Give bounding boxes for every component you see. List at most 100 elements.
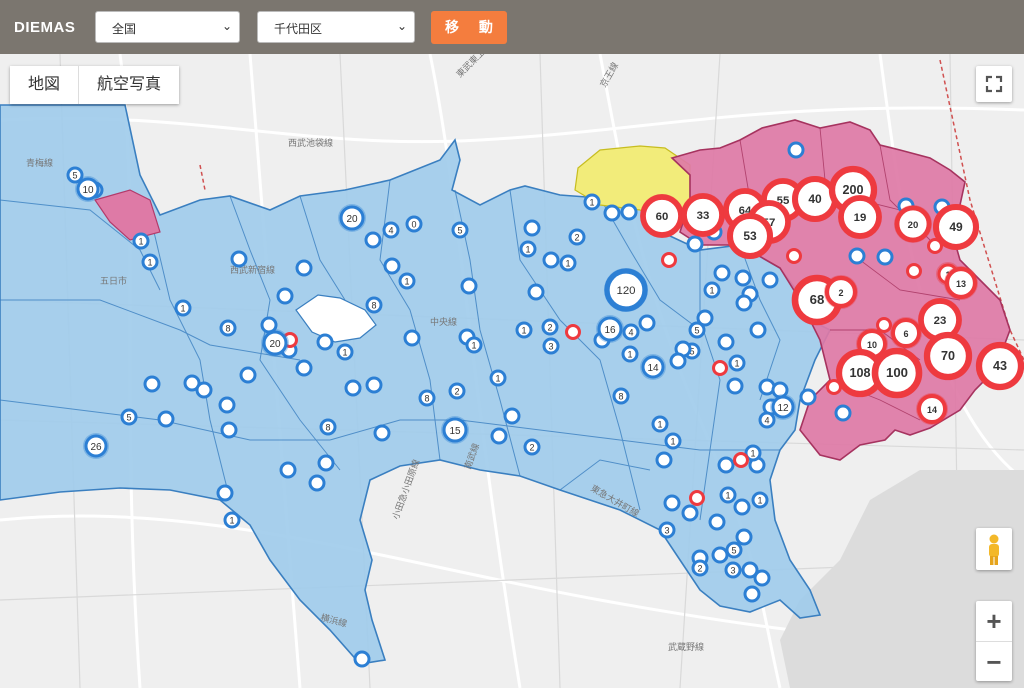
marker-cluster-blue[interactable]: 12 [770,394,796,420]
marker-pin[interactable] [638,314,656,332]
marker-pin[interactable] [663,494,681,512]
move-button[interactable]: 移 動 [431,11,507,44]
marker-pin[interactable] [365,376,383,394]
marker-pin[interactable]: 1 [621,345,639,363]
marker-pin[interactable]: 3 [724,561,742,579]
marker-pin[interactable] [276,287,294,305]
marker-pin[interactable]: 1 [174,299,192,317]
marker-pin[interactable] [403,329,421,347]
marker-cluster-blue[interactable]: 14 [640,354,666,380]
marker-cluster-red[interactable]: 70 [923,331,973,381]
marker-pin[interactable] [733,498,751,516]
marker-pin[interactable] [503,407,521,425]
marker-pin[interactable]: 1 [664,432,682,450]
marker-cluster-blue[interactable]: 20 [338,204,366,232]
marker-pin[interactable] [239,366,257,384]
marker-pin[interactable]: 4 [758,411,776,429]
marker-pin[interactable] [216,484,234,502]
marker-pin[interactable]: 1 [751,491,769,509]
marker-pin-red[interactable] [712,360,728,376]
marker-pin[interactable] [717,333,735,351]
marker-pin[interactable] [717,456,735,474]
marker-pin[interactable] [316,333,334,351]
marker-cluster-red[interactable]: 43 [975,341,1024,391]
marker-pin[interactable] [753,569,771,587]
ward-select[interactable]: 千代田区 ⌄ [257,11,415,43]
marker-pin[interactable] [734,269,752,287]
marker-pin[interactable]: 5 [120,408,138,426]
marker-cluster-blue[interactable]: 120 [604,268,648,312]
marker-pin[interactable] [681,504,699,522]
marker-pin[interactable] [620,203,638,221]
marker-pin[interactable]: 2 [523,438,541,456]
marker-pin[interactable] [143,375,161,393]
marker-pin[interactable] [848,247,866,265]
marker-pin[interactable] [157,410,175,428]
marker-pin[interactable] [373,424,391,442]
marker-pin[interactable] [603,204,621,222]
marker-pin[interactable] [743,585,761,603]
marker-pin[interactable] [713,264,731,282]
marker-pin[interactable]: 8 [219,319,237,337]
marker-pin[interactable] [308,474,326,492]
marker-pin[interactable] [218,396,236,414]
marker-pin[interactable]: 5 [451,221,469,239]
marker-pin[interactable] [383,257,401,275]
marker-pin[interactable]: 1 [519,240,537,258]
marker-pin[interactable] [696,309,714,327]
marker-cluster-blue[interactable]: 15 [441,416,469,444]
street-view-pegman[interactable] [976,528,1012,570]
marker-pin[interactable]: 1 [465,336,483,354]
marker-pin[interactable] [295,259,313,277]
marker-pin[interactable] [735,528,753,546]
marker-pin-red[interactable] [786,248,802,264]
marker-pin-red[interactable] [689,490,705,506]
marker-pin[interactable] [490,427,508,445]
marker-pin[interactable]: 1 [651,415,669,433]
marker-pin[interactable] [195,381,213,399]
marker-pin-red[interactable] [733,452,749,468]
marker-pin-red[interactable] [661,252,677,268]
map-type-map-button[interactable]: 地図 [10,66,78,104]
marker-pin[interactable]: 8 [319,418,337,436]
marker-pin[interactable] [735,294,753,312]
marker-pin[interactable] [669,352,687,370]
marker-cluster-red[interactable]: 13 [944,266,978,300]
marker-pin[interactable] [344,379,362,397]
marker-pin[interactable] [279,461,297,479]
marker-pin[interactable]: 1 [703,281,721,299]
marker-pin-red[interactable] [876,317,892,333]
marker-pin[interactable]: 1 [489,369,507,387]
marker-cluster-red[interactable]: 53 [727,213,773,259]
marker-pin[interactable]: 8 [612,387,630,405]
marker-pin[interactable]: 1 [132,232,150,250]
marker-pin[interactable]: 5 [725,541,743,559]
fullscreen-button[interactable] [976,66,1012,102]
marker-cluster-red[interactable]: 49 [933,204,979,250]
marker-pin[interactable] [799,388,817,406]
marker-pin[interactable]: 1 [141,253,159,271]
marker-cluster-blue[interactable]: 26 [83,433,109,459]
marker-cluster-red[interactable]: 14 [916,393,948,425]
marker-pin[interactable]: 2 [448,382,466,400]
map-canvas[interactable]: 青梅線 五日市 西武新宿線 西武池袋線 東武東上線 中央線 小田急小田原線 南武… [0,54,1024,688]
marker-pin[interactable]: 2 [541,318,559,336]
marker-pin[interactable]: 3 [658,521,676,539]
marker-cluster-blue[interactable]: 16 [596,315,624,343]
marker-pin[interactable] [317,454,335,472]
marker-pin[interactable]: 8 [365,296,383,314]
marker-pin-red[interactable] [565,324,581,340]
marker-pin[interactable]: 8 [418,389,436,407]
marker-cluster-red[interactable]: 19 [838,195,882,239]
marker-pin[interactable] [460,277,478,295]
marker-pin[interactable] [686,235,704,253]
marker-pin[interactable]: 4 [382,221,400,239]
marker-cluster-red[interactable]: 6 [890,317,922,349]
marker-pin[interactable] [711,546,729,564]
marker-pin[interactable]: 4 [622,323,640,341]
marker-pin[interactable]: 0 [405,215,423,233]
marker-pin[interactable] [708,513,726,531]
marker-pin[interactable]: 1 [728,354,746,372]
zoom-in-button[interactable]: + [976,601,1012,641]
marker-pin[interactable] [726,377,744,395]
